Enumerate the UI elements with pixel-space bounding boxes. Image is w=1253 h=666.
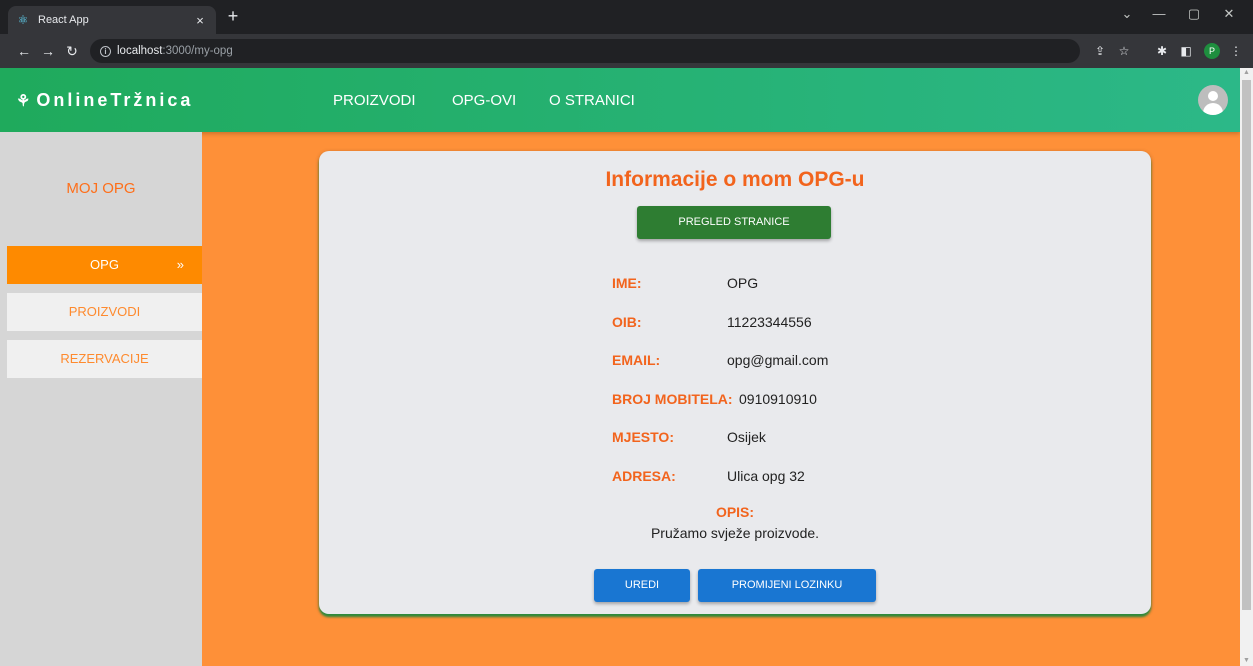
sidebar-item-label: OPG — [90, 257, 119, 272]
sidebar-item-label: PROIZVODI — [68, 304, 141, 319]
browser-tab[interactable]: ⚛ React App × — [8, 6, 216, 34]
brand-name: OnlineTržnica — [36, 90, 194, 110]
minimize-icon[interactable]: — — [1145, 6, 1173, 21]
app-header: ⚘ OnlineTržnica PROIZVODI OPG-OVI O STRA… — [0, 68, 1240, 132]
sidebar-item-proizvodi[interactable]: PROIZVODI — [7, 293, 202, 331]
field-value-email: opg@gmail.com — [727, 352, 829, 368]
sidebar-item-label: REZERVACIJE — [60, 351, 149, 366]
bookmark-star-icon[interactable]: ☆ — [1116, 43, 1132, 59]
page-scrollbar[interactable]: ▲ ▼ — [1240, 68, 1253, 666]
sidebar-title: MOJ OPG — [66, 180, 136, 197]
sprout-icon: ⚘ — [16, 92, 31, 110]
side-panel-icon[interactable]: ◧ — [1178, 43, 1194, 59]
field-label-opis: OPIS: — [715, 504, 755, 520]
chevron-right-icon: » — [176, 257, 184, 272]
forward-icon[interactable]: → — [38, 42, 58, 60]
new-tab-button[interactable]: + — [222, 6, 244, 28]
field-value-mjesto: Osijek — [727, 429, 766, 445]
field-label-mjesto: MJESTO: — [612, 429, 674, 445]
sidebar: MOJ OPG OPG » PROIZVODI REZERVACIJE — [0, 132, 202, 666]
field-label-ime: IME: — [612, 275, 642, 291]
field-value-adresa: Ulica opg 32 — [727, 468, 805, 484]
field-label-adresa: ADRESA: — [612, 468, 676, 484]
field-value-oib: 11223344556 — [727, 314, 812, 330]
browser-toolbar: ← → ↻ i localhost:3000/my-opg ⇪ ☆ ✱ ◧ P … — [0, 34, 1253, 68]
address-bar[interactable]: i localhost:3000/my-opg — [90, 39, 1080, 63]
edit-button[interactable]: UREDI — [594, 569, 690, 602]
scrollbar-thumb[interactable] — [1242, 80, 1251, 610]
field-value-phone: 0910910910 — [739, 391, 817, 407]
browser-tab-bar: ⚛ React App × + ⌄ — ▢ ✕ — [0, 0, 1253, 34]
app-viewport: ⚘ OnlineTržnica PROIZVODI OPG-OVI O STRA… — [0, 68, 1240, 666]
scroll-up-icon[interactable]: ▲ — [1240, 68, 1253, 78]
tab-search-icon[interactable]: ⌄ — [1113, 6, 1141, 22]
nav-opg-ovi[interactable]: OPG-OVI — [452, 92, 516, 109]
page-title: Informacije o mom OPG-u — [605, 168, 865, 191]
sidebar-item-rezervacije[interactable]: REZERVACIJE — [7, 340, 202, 378]
maximize-icon[interactable]: ▢ — [1180, 6, 1208, 22]
menu-icon[interactable]: ⋮ — [1228, 43, 1244, 59]
user-icon-body — [1203, 103, 1223, 115]
nav-proizvodi[interactable]: PROIZVODI — [333, 92, 416, 109]
extensions-icon[interactable]: ✱ — [1154, 43, 1170, 59]
user-icon — [1208, 91, 1218, 101]
back-icon[interactable]: ← — [14, 42, 34, 60]
react-icon: ⚛ — [17, 13, 29, 27]
field-label-email: EMAIL: — [612, 352, 661, 368]
tab-title: React App — [38, 14, 89, 26]
profile-avatar[interactable]: P — [1204, 43, 1220, 59]
share-icon[interactable]: ⇪ — [1092, 43, 1108, 59]
field-label-oib: OIB: — [612, 314, 642, 330]
scroll-down-icon[interactable]: ▼ — [1240, 656, 1253, 666]
user-avatar[interactable] — [1198, 85, 1228, 115]
sidebar-item-opg[interactable]: OPG » — [7, 246, 202, 284]
preview-page-button[interactable]: PREGLED STRANICE — [637, 206, 831, 239]
field-value-opis: Pružamo svježe proizvode. — [650, 525, 820, 541]
nav-o-stranici[interactable]: O STRANICI — [549, 92, 635, 109]
field-value-ime: OPG — [727, 275, 759, 291]
reload-icon[interactable]: ↻ — [62, 42, 82, 60]
info-icon[interactable]: i — [100, 45, 111, 57]
brand[interactable]: ⚘ OnlineTržnica — [16, 90, 193, 111]
field-label-phone: BROJ MOBITELA: — [612, 391, 733, 407]
opg-info-card: Informacije o mom OPG-u PREGLED STRANICE… — [319, 151, 1151, 614]
change-password-button[interactable]: PROMIJENI LOZINKU — [698, 569, 876, 602]
url-path: :3000/my-opg — [162, 45, 233, 57]
url-host: localhost — [117, 45, 163, 57]
close-window-icon[interactable]: ✕ — [1215, 6, 1243, 22]
close-tab-icon[interactable]: × — [192, 13, 208, 28]
